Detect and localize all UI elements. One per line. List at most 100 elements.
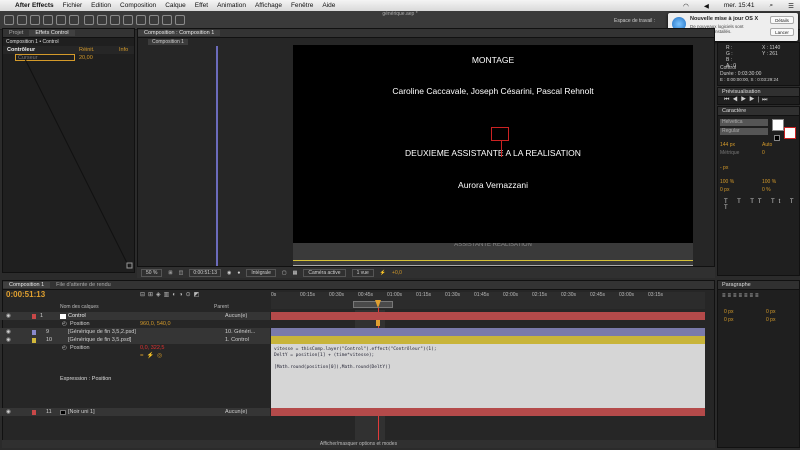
tab-render-queue[interactable]: File d'attente de rendu [50,282,117,288]
menu-effet[interactable]: Effet [195,2,208,9]
launch-button[interactable]: Lancer [770,28,794,36]
details-button[interactable]: Détails [770,16,794,24]
kerning-value[interactable]: Métrique [720,150,739,156]
parent-dropdown[interactable]: 1. Control [225,337,249,343]
volume-icon[interactable]: ◀ [704,2,709,10]
expression-editor[interactable]: vitesse = thisComp.layer("Control").effe… [271,344,705,408]
font-size-value[interactable]: 144 px [720,142,735,148]
magnification-dropdown[interactable]: 50 % [141,268,163,277]
puppet-tool-icon[interactable] [175,15,185,25]
label-color[interactable] [32,409,36,415]
track-bar-control[interactable] [271,312,705,320]
eraser-tool-icon[interactable] [149,15,159,25]
menu-fenetre[interactable]: Fenêtre [291,2,313,9]
brush-tool-icon[interactable] [123,15,133,25]
camera-tool-icon[interactable] [56,15,66,25]
indent-left-value[interactable]: 0 px [724,309,733,315]
space-after-value[interactable]: 0 px [766,317,775,323]
menu-fichier[interactable]: Fichier [63,2,83,9]
effect-name[interactable]: Contrôleur [7,47,35,53]
property-row-position[interactable]: ◴ Position 960,0, 540,0 [0,320,270,328]
clock[interactable]: mer. 15:41 [724,2,755,9]
keyframe-marker[interactable] [376,320,380,326]
expression-line[interactable]: [Math.round(position[0]),Math.round(Delt… [274,365,702,371]
space-before-value[interactable]: 0 px [724,317,733,323]
tab-effects-control[interactable]: Effets Control [29,30,75,36]
position-value[interactable]: 960,0, 540,0 [140,321,171,327]
grid-icon[interactable]: ⊞ [168,270,172,276]
text-style-buttons[interactable]: T T TT Tt T T [724,199,799,211]
tab-project[interactable]: Projet [3,30,29,36]
leading-value[interactable]: Auto [762,142,772,148]
layer-name[interactable]: [Noir uni 1] [68,409,95,415]
track-bar-layer10[interactable] [271,336,705,344]
wifi-icon[interactable]: ◠ [683,2,689,10]
tab-composition[interactable]: Composition : Composition 1 [138,30,221,36]
visibility-icon[interactable]: ◉ [6,409,11,415]
position-value-expression[interactable]: 0,0, 322,5 [140,345,164,351]
rotate-tool-icon[interactable] [43,15,53,25]
expression-controls[interactable]: =⚡◎ [140,352,165,359]
track-bar-layer11[interactable] [271,408,705,416]
parent-dropdown[interactable]: 10. Généri... [225,329,255,335]
roi-icon[interactable]: ▢ [282,270,287,276]
hand-tool-icon[interactable] [17,15,27,25]
layer-anchor-box[interactable] [491,127,509,141]
views-dropdown[interactable]: 1 vue [351,268,374,277]
tracking-value[interactable]: 0 [762,150,765,156]
layer-row-9[interactable]: ◉ 9 [Générique de fin 3,5,2.psd] 10. Gén… [0,328,270,336]
mask-tool-icon[interactable] [84,15,94,25]
menu-animation[interactable]: Animation [217,2,246,9]
mask-visibility-icon[interactable]: ◫ [179,270,184,276]
pan-tool-icon[interactable] [69,15,79,25]
font-family-dropdown[interactable]: Helvetica [720,119,768,126]
preview-controls[interactable]: ⏮◀▶▶|⏭ [718,97,799,104]
layer-name[interactable]: [Générique de fin 3,5.psd] [68,337,131,343]
text-tool-icon[interactable] [110,15,120,25]
alignment-buttons[interactable]: ≡≡≡≡≡≡≡ [722,293,761,299]
parent-dropdown[interactable]: Aucun(e) [225,313,247,319]
effect-info-link[interactable]: Info [119,47,128,53]
resolution-dropdown[interactable]: Intégrale [246,268,276,277]
stroke-color-swatch[interactable] [784,127,796,139]
roto-tool-icon[interactable] [162,15,172,25]
timeline-switches[interactable]: ⊟⊞◈▥◐◑⊙◩ [140,291,202,298]
layer-row-10[interactable]: ◉ 10 [Générique de fin 3,5.psd] 1. Contr… [0,336,270,344]
selection-tool-icon[interactable] [4,15,14,25]
subtab-composition[interactable]: Composition 1 [148,39,188,45]
zoom-tool-icon[interactable] [30,15,40,25]
track-bar-layer9[interactable] [271,328,705,336]
property-row-position-10[interactable]: ◴ Position 0,0, 322,5 [0,344,270,352]
font-style-dropdown[interactable]: Regular [720,128,768,135]
list-icon[interactable]: ☰ [788,2,794,10]
stroke-width-value[interactable]: - px [720,165,728,171]
menu-app[interactable]: After Effects [15,2,54,9]
stopwatch-icon[interactable]: ◴ [62,345,67,351]
layer-row-control[interactable]: ◉ 1 Control Aucun(e) [0,312,270,320]
layer-name[interactable]: Control [68,313,86,319]
visibility-icon[interactable]: ◉ [6,329,11,335]
composition-viewer[interactable]: MONTAGE Caroline Caccavale, Joseph César… [293,45,693,275]
menu-composition[interactable]: Composition [120,2,156,9]
camera-dropdown[interactable]: Caméra active [303,268,346,277]
work-area-bar[interactable] [353,301,393,308]
layer-row-11[interactable]: ◉ 11 [Noir uni 1] Aucun(e) [0,408,270,416]
snapshot-icon[interactable]: ◉ [227,270,231,276]
effect-reset-link[interactable]: Réinit. [79,47,95,53]
exposure-value[interactable]: +0,0 [392,270,402,276]
label-color[interactable] [32,313,36,319]
horizontal-scale-value[interactable]: 100 % [762,179,776,185]
fast-preview-icon[interactable]: ⚡ [380,270,386,276]
pen-tool-icon[interactable] [97,15,107,25]
visibility-icon[interactable]: ◉ [6,313,11,319]
vertical-scale-value[interactable]: 100 % [720,179,734,185]
black-swatch[interactable] [774,135,780,141]
tab-timeline-comp[interactable]: Composition 1 [3,282,51,288]
toggle-switches-modes[interactable]: Afficher/masquer options et modes [320,441,397,447]
menu-aide[interactable]: Aide [322,2,335,9]
menu-calque[interactable]: Calque [165,2,186,9]
comp-timecode[interactable]: 0:00:51:13 [189,268,221,277]
layer-name[interactable]: [Générique de fin 3,5,2.psd] [68,329,136,335]
baseline-shift-value[interactable]: 0 px [720,187,729,193]
label-color[interactable] [32,337,36,343]
